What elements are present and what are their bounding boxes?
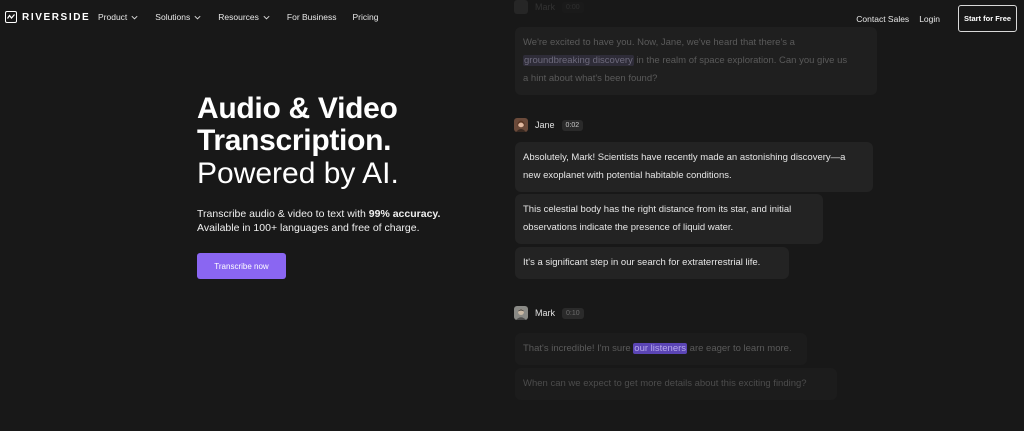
speaker-name: Mark [535,2,555,12]
bubble-text: in the realm of space exploration. Can y… [633,55,848,66]
transcript-bubble-top: We're excited to have you. Now, Jane, we… [515,27,877,95]
avatar [514,306,528,320]
bubble-text: This celestial body has the right distan… [523,204,792,215]
transcript-bubble-mark-2: When can we expect to get more details a… [515,368,837,400]
transcript-bubble-jane-1: Absolutely, Mark! Scientists have recent… [515,142,873,192]
bubble-text: new exoplanet with potential habitable c… [523,170,732,181]
avatar [514,118,528,132]
bubble-text: a hint about what's been found? [523,73,658,84]
speaker-name: Jane [535,120,555,130]
transcript-bubble-jane-3: It's a significant step in our search fo… [515,247,789,279]
transcript-preview: Mark 0:00 We're excited to have you. Now… [0,0,1024,431]
bubble-text: Absolutely, Mark! Scientists have recent… [523,152,846,163]
speaker-row-mark-top: Mark 0:00 [514,0,584,14]
highlighted-term: our listeners [633,343,688,354]
bubble-text: are eager to learn more. [687,343,792,354]
bubble-text: That's incredible! I'm sure [523,343,634,354]
timestamp-badge: 0:02 [561,119,584,131]
bubble-text: It's a significant step in our search fo… [523,257,761,268]
timestamp-badge: 0:10 [562,307,584,319]
speaker-row-mark: Mark 0:10 [514,306,584,320]
transcript-bubble-jane-2: This celestial body has the right distan… [515,194,823,244]
bubble-text: We're excited to have you. Now, Jane, we… [523,37,795,48]
speaker-row-jane: Jane 0:02 [514,118,584,132]
avatar [514,0,528,14]
speaker-name: Mark [535,308,555,318]
timestamp-badge: 0:00 [562,1,584,13]
transcript-bubble-mark-1: That's incredible! I'm sure our listener… [515,333,807,365]
highlighted-term: groundbreaking discovery [523,55,634,66]
bubble-text: When can we expect to get more details a… [523,378,807,389]
bubble-text: observations indicate the presence of li… [523,222,734,233]
